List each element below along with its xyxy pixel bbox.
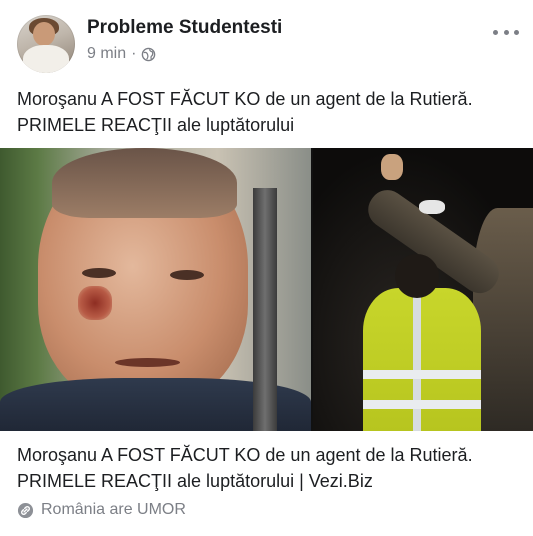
link-icon <box>17 502 34 519</box>
post-message: Moroşanu A FOST FĂCUT KO de un agent de … <box>17 89 473 135</box>
avatar-body <box>23 45 69 73</box>
page-name-link[interactable]: Probleme Studentesti <box>87 17 282 39</box>
globe-icon[interactable] <box>141 47 156 62</box>
photo-injured-face <box>0 148 311 431</box>
post-meta: 9 min · <box>87 45 156 63</box>
link-preview-image[interactable] <box>0 148 533 431</box>
post-timestamp[interactable]: 9 min <box>87 45 126 63</box>
link-source[interactable]: România are UMOR <box>17 501 186 519</box>
meta-separator: · <box>131 45 137 62</box>
link-source-name: România are UMOR <box>41 501 186 518</box>
post-header: Probleme Studentesti 9 min · <box>0 0 533 80</box>
page-avatar[interactable] <box>17 15 75 73</box>
link-title[interactable]: Moroşanu A FOST FĂCUT KO de un agent de … <box>17 442 522 494</box>
more-options-icon[interactable] <box>493 26 519 38</box>
photo-night-officer <box>313 148 533 431</box>
avatar-face <box>33 22 55 46</box>
